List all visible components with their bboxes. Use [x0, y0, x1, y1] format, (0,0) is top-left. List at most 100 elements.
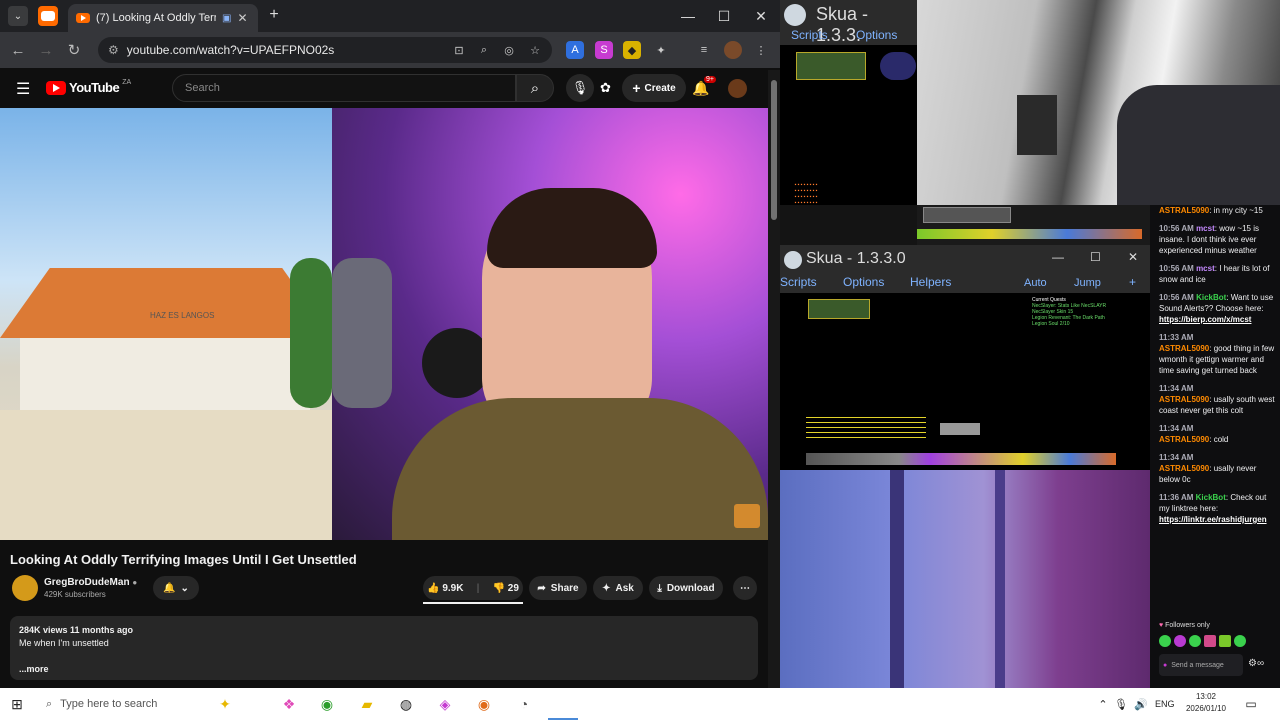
emote-icon[interactable] — [1219, 635, 1231, 647]
media-control-icon[interactable]: ≡ — [695, 41, 713, 59]
volume-icon[interactable]: 🔊 — [1130, 693, 1152, 715]
skua-top-menu-options[interactable]: Options — [856, 28, 897, 42]
download-button[interactable]: ⤓ Download — [649, 576, 723, 600]
zoom-icon[interactable]: ⌕ — [475, 41, 493, 59]
profile-avatar[interactable] — [724, 41, 742, 59]
like-button[interactable]: 👍 9.9K — [427, 583, 463, 594]
skua-top-menu-scripts[interactable]: Scripts — [791, 28, 828, 42]
search-highlight-icon[interactable]: ✦ — [214, 693, 236, 715]
page-scrollbar[interactable] — [768, 70, 780, 688]
file-explorer-icon[interactable]: ▰ — [356, 693, 378, 715]
start-windows-icon[interactable]: ⊞ — [6, 693, 28, 715]
eye-off-icon[interactable]: ◎ — [500, 41, 518, 59]
create-button[interactable]: + Create — [622, 74, 686, 102]
clock[interactable]: 13:02 2026/01/10 — [1184, 691, 1228, 715]
minimize-button[interactable]: — — [670, 0, 706, 32]
back-button[interactable]: ← — [6, 38, 30, 62]
extensions-puzzle-icon[interactable]: ✦ — [652, 41, 670, 59]
new-tab-button[interactable]: + — [264, 6, 284, 26]
chat-message: 11:34 AM ASTRAL5090: cold — [1159, 424, 1229, 444]
skua-taskbar-icon[interactable]: ◔ — [513, 693, 535, 715]
tab-close-icon[interactable]: ✕ — [237, 11, 247, 25]
skua-close-button[interactable]: ✕ — [1128, 250, 1138, 264]
emote-icon[interactable] — [1159, 635, 1171, 647]
active-tab[interactable]: (7) Looking At Oddly Terrifyi ▣ ✕ — [68, 4, 258, 32]
youtube-search-input[interactable]: Search — [172, 74, 516, 102]
app-icon[interactable]: ◈ — [434, 693, 456, 715]
chrome-profile-icon[interactable]: ◉ — [473, 693, 495, 715]
notification-center-icon[interactable]: ▭ — [1240, 693, 1262, 715]
youtube-play-icon — [46, 80, 66, 95]
country-code: ZA — [122, 79, 132, 86]
forward-button[interactable]: → — [34, 38, 58, 62]
tab-title: (7) Looking At Oddly Terrifyi — [96, 12, 216, 24]
install-icon[interactable]: ⊡ — [450, 41, 468, 59]
language-indicator[interactable]: ENG — [1155, 699, 1175, 709]
description-box[interactable]: 284K views 11 months ago Me when I'm uns… — [10, 616, 758, 680]
show-more-link[interactable]: ...more — [19, 663, 749, 676]
tab-search-button[interactable]: ⌄ — [8, 6, 28, 26]
browser-menu-icon[interactable]: ⋮ — [752, 41, 770, 59]
account-avatar[interactable] — [728, 79, 747, 98]
site-info-icon[interactable]: ⚙ — [108, 43, 119, 57]
emote-row[interactable] — [1159, 635, 1246, 647]
skua-add-button[interactable]: + — [1129, 275, 1136, 289]
chat-message: 11:36 AM KickBot: Check out my linktree … — [1159, 493, 1267, 524]
menu-hamburger-icon[interactable]: ☰ — [16, 79, 30, 99]
subscribe-notification-button[interactable]: 🔔 ⌄ — [153, 576, 199, 600]
ask-button[interactable]: ✦ Ask — [593, 576, 643, 600]
sparkle-icon: ✦ — [602, 582, 611, 594]
microphone-icon: 🎙 — [571, 80, 589, 95]
chat-settings-icon[interactable]: ⚙∞ — [1248, 658, 1264, 669]
emote-icon[interactable] — [1234, 635, 1246, 647]
emote-icon[interactable] — [1174, 635, 1186, 647]
chat-message: 10:56 AM mcst: wow ~15 is insane. I dont… — [1159, 224, 1259, 255]
channel-avatar[interactable] — [12, 575, 38, 601]
chat-link[interactable]: https://linktr.ee/rashidjurgen — [1159, 515, 1267, 524]
youtube-logo[interactable]: YouTube ZA — [46, 79, 132, 95]
voice-search-button[interactable]: 🎙 — [566, 74, 594, 102]
obs-icon[interactable]: ◍ — [395, 693, 417, 715]
video-image-streamer — [332, 108, 768, 540]
tab-bar: ⌄ (7) Looking At Oddly Terrifyi ▣ ✕ + — … — [0, 0, 780, 32]
search-button[interactable]: ⌕ — [516, 74, 554, 102]
emote-icon[interactable] — [1204, 635, 1216, 647]
video-player[interactable]: HAZ ES LANGOS — [0, 108, 768, 540]
extension-translate-icon[interactable]: A — [566, 41, 584, 59]
skua-menu-helpers[interactable]: Helpers — [910, 275, 951, 289]
reload-button[interactable]: ↻ — [62, 38, 86, 62]
stream-chat-panel: ASTRAL5090: in my city ~15 10:56 AM mcst… — [1150, 205, 1280, 688]
more-actions-button[interactable]: ⋯ — [733, 576, 757, 600]
mic-icon: ● — [1163, 661, 1168, 669]
skua-minimize-button[interactable]: — — [1052, 250, 1064, 264]
dislike-button[interactable]: 👎 29 — [493, 583, 519, 594]
skua-menu-auto[interactable]: Auto — [1024, 277, 1047, 289]
microphone-tray-icon[interactable]: 🎙 — [1110, 693, 1132, 715]
channel-name[interactable]: GregBroDudeMan ● — [44, 577, 137, 588]
channel-watermark[interactable] — [734, 504, 760, 528]
copilot-icon[interactable]: ❖ — [278, 693, 300, 715]
skua-maximize-button[interactable]: ☐ — [1090, 250, 1101, 264]
extension-magenta-icon[interactable]: S — [595, 41, 613, 59]
extension-yellow-icon[interactable]: ◆ — [623, 41, 641, 59]
extension-tool-icon[interactable]: ✿ — [600, 80, 611, 96]
share-button[interactable]: ➦ Share — [529, 576, 587, 600]
close-window-button[interactable]: ✕ — [743, 0, 779, 32]
youtube-favicon — [76, 13, 90, 23]
chat-link[interactable]: https://bierp.com/x/mcst — [1159, 315, 1251, 324]
bookmark-star-icon[interactable]: ☆ — [526, 41, 544, 59]
emote-icon[interactable] — [1189, 635, 1201, 647]
chat-message-input[interactable]: ● Send a message — [1159, 654, 1243, 676]
pinned-tab-icon[interactable] — [38, 6, 58, 26]
game-player-hud — [796, 52, 866, 80]
skua-menu-options[interactable]: Options — [843, 275, 884, 289]
chrome-icon[interactable]: ◉ — [316, 693, 338, 715]
game-viewport[interactable]: Current Quests NecSlayer: Stats Like Nec… — [780, 293, 1150, 470]
skua-menu-jump[interactable]: Jump — [1074, 277, 1101, 289]
skua-menu-scripts[interactable]: Scripts — [780, 275, 817, 289]
game-main-skill-bar — [806, 453, 1116, 465]
chat-message: 11:34 AM ASTRAL5090: usally south west co… — [1159, 384, 1275, 415]
maximize-button[interactable]: ☐ — [706, 0, 742, 32]
scrollbar-thumb[interactable] — [771, 80, 777, 220]
browser-window: ⌄ (7) Looking At Oddly Terrifyi ▣ ✕ + — … — [0, 0, 780, 688]
